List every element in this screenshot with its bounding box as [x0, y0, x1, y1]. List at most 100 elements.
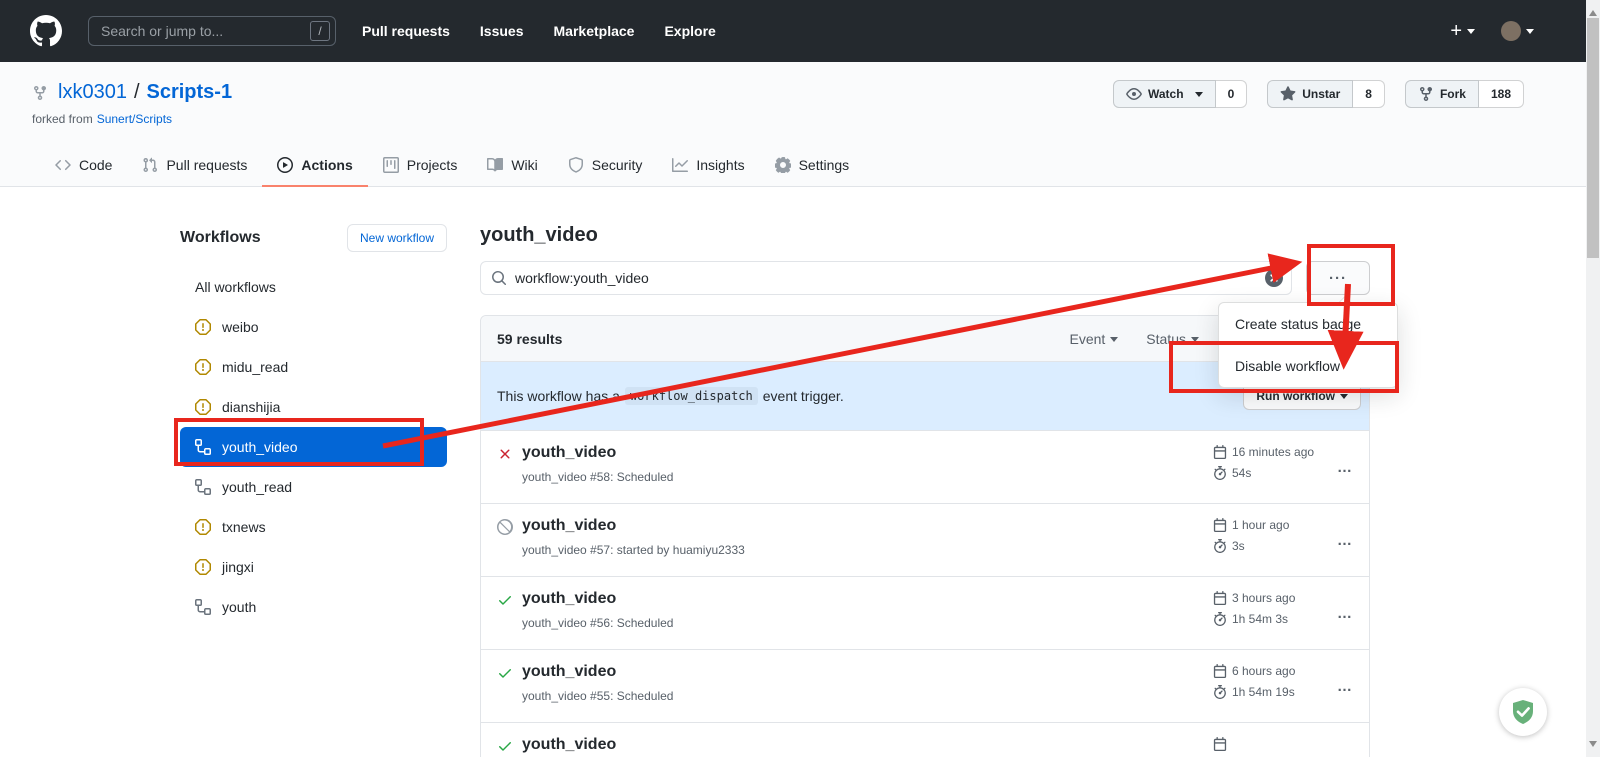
- workflow-search-input[interactable]: [515, 270, 1265, 286]
- star-filled-icon: [1280, 86, 1296, 102]
- workflow-search-row: ···: [480, 261, 1370, 295]
- nav-issues[interactable]: Issues: [480, 23, 524, 39]
- sidebar-item-label: youth_video: [222, 439, 298, 455]
- banner-code: workflow_dispatch: [625, 387, 758, 405]
- repo-title: lxk0301 / Scripts-1: [32, 81, 232, 104]
- run-options-button[interactable]: …: [1313, 459, 1353, 476]
- status-success-icon: [497, 665, 513, 681]
- gear-icon: [775, 157, 791, 173]
- run-options-button[interactable]: …: [1313, 678, 1353, 695]
- run-duration: 1h 54m 3s: [1232, 612, 1288, 626]
- header-nav: Pull requests Issues Marketplace Explore: [362, 23, 716, 39]
- nav-marketplace[interactable]: Marketplace: [554, 23, 635, 39]
- run-row: youth_video …: [481, 722, 1369, 757]
- fork-button[interactable]: Fork: [1405, 80, 1479, 108]
- tab-pull-requests[interactable]: Pull requests: [127, 143, 262, 187]
- sidebar-item-dianshijia[interactable]: dianshijia: [180, 387, 447, 427]
- stopwatch-icon: [1213, 685, 1227, 699]
- sidebar-item-all-workflows[interactable]: All workflows: [180, 267, 447, 307]
- shield-check-icon: [1509, 698, 1537, 726]
- repo-owner-link[interactable]: lxk0301: [58, 81, 127, 104]
- status-filter[interactable]: Status: [1146, 331, 1199, 347]
- run-time: 6 hours ago: [1232, 664, 1295, 678]
- nav-pull-requests[interactable]: Pull requests: [362, 23, 450, 39]
- watch-count[interactable]: 0: [1216, 80, 1248, 108]
- star-count[interactable]: 8: [1353, 80, 1385, 108]
- fork-count[interactable]: 188: [1479, 80, 1524, 108]
- run-title-link[interactable]: youth_video: [522, 444, 616, 461]
- tab-label: Wiki: [511, 157, 537, 173]
- run-options-button[interactable]: …: [1313, 751, 1353, 757]
- run-options-button[interactable]: …: [1313, 532, 1353, 549]
- nav-explore[interactable]: Explore: [664, 23, 715, 39]
- run-meta: 6 hours ago 1h 54m 19s: [1213, 664, 1313, 699]
- status-failure-icon: [497, 446, 513, 462]
- tab-label: Code: [79, 157, 112, 173]
- event-filter[interactable]: Event: [1069, 331, 1118, 347]
- project-icon: [383, 157, 399, 173]
- scrollbar-thumb[interactable]: [1587, 18, 1599, 258]
- run-info: youth_video youth_video #58: Scheduled: [522, 444, 1213, 484]
- menu-item-disable-workflow[interactable]: Disable workflow: [1219, 345, 1397, 387]
- sidebar-item-youth-read[interactable]: youth_read: [180, 467, 447, 507]
- forked-from-link[interactable]: Sunert/Scripts: [97, 112, 172, 126]
- caret-down-icon: [1195, 92, 1203, 97]
- menu-item-create-status-badge[interactable]: Create status badge: [1219, 303, 1397, 345]
- global-search-input[interactable]: [101, 23, 310, 39]
- sidebar-item-youth-video[interactable]: youth_video: [180, 427, 447, 467]
- tab-actions[interactable]: Actions: [262, 143, 367, 187]
- create-new-menu[interactable]: +: [1450, 21, 1475, 41]
- alert-stop-icon: [195, 519, 211, 535]
- run-title-link[interactable]: youth_video: [522, 663, 616, 680]
- new-workflow-button[interactable]: New workflow: [347, 224, 447, 252]
- run-options-button[interactable]: …: [1313, 605, 1353, 622]
- github-actions-page: / Pull requests Issues Marketplace Explo…: [0, 0, 1600, 757]
- banner-text: event trigger.: [763, 388, 844, 404]
- run-meta: 1 hour ago 3s: [1213, 518, 1313, 553]
- sidebar-item-youth[interactable]: youth: [180, 587, 447, 627]
- repo-name-link[interactable]: Scripts-1: [147, 81, 233, 104]
- tab-projects[interactable]: Projects: [368, 143, 473, 187]
- shield-icon: [568, 157, 584, 173]
- sidebar-item-jingxi[interactable]: jingxi: [180, 547, 447, 587]
- run-row: youth_video youth_video #58: Scheduled 1…: [481, 430, 1369, 503]
- github-logo-icon[interactable]: [30, 15, 62, 47]
- tab-security[interactable]: Security: [553, 143, 658, 187]
- sidebar-title: Workflows: [180, 229, 261, 247]
- fork-label: Fork: [1440, 87, 1466, 101]
- tab-insights[interactable]: Insights: [657, 143, 759, 187]
- book-icon: [487, 157, 503, 173]
- sidebar-item-midu-read[interactable]: midu_read: [180, 347, 447, 387]
- calendar-icon: [1213, 445, 1227, 459]
- caret-down-icon: [1467, 29, 1475, 34]
- watch-group: Watch 0: [1113, 80, 1247, 108]
- sidebar-item-weibo[interactable]: weibo: [180, 307, 447, 347]
- status-cancelled-icon: [497, 519, 513, 535]
- tab-label: Settings: [799, 157, 850, 173]
- user-menu[interactable]: [1501, 21, 1534, 41]
- clear-search-button[interactable]: [1265, 269, 1283, 287]
- workflow-list: All workflows weibo midu_read dianshijia…: [180, 267, 447, 627]
- run-meta: 16 minutes ago 54s: [1213, 445, 1313, 480]
- sidebar-item-label: midu_read: [222, 359, 288, 375]
- sidebar-item-txnews[interactable]: txnews: [180, 507, 447, 547]
- sidebar-header: Workflows New workflow: [180, 224, 447, 252]
- caret-down-icon: [1340, 394, 1348, 399]
- unstar-button[interactable]: Unstar: [1267, 80, 1353, 108]
- run-title-link[interactable]: youth_video: [522, 590, 616, 607]
- tab-settings[interactable]: Settings: [760, 143, 865, 187]
- x-circle-icon: [1265, 269, 1283, 287]
- scrollbar-up-arrow[interactable]: [1589, 6, 1597, 16]
- tab-wiki[interactable]: Wiki: [472, 143, 552, 187]
- status-success-icon: [497, 738, 513, 754]
- scrollbar-down-arrow[interactable]: [1589, 741, 1597, 751]
- run-title-link[interactable]: youth_video: [522, 517, 616, 534]
- adguard-extension-button[interactable]: [1499, 688, 1547, 736]
- tab-code[interactable]: Code: [40, 143, 127, 187]
- run-title-link[interactable]: youth_video: [522, 736, 616, 753]
- watch-button[interactable]: Watch: [1113, 80, 1216, 108]
- banner-text: This workflow has a: [497, 388, 620, 404]
- run-time: 3 hours ago: [1232, 591, 1295, 605]
- workflow-icon: [195, 439, 211, 455]
- code-icon: [55, 157, 71, 173]
